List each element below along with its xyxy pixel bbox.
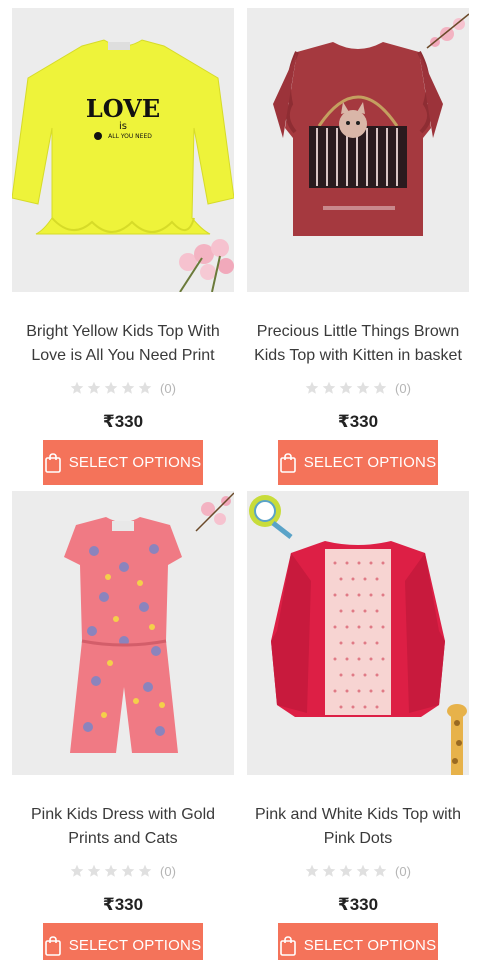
select-options-button[interactable]: SELECT OPTIONS	[43, 923, 203, 960]
select-options-label: SELECT OPTIONS	[303, 454, 437, 471]
product-price: ₹330	[102, 412, 144, 431]
star-icon	[70, 381, 84, 395]
product-rating: (0)	[12, 861, 234, 881]
select-options-label: SELECT OPTIONS	[68, 937, 202, 954]
product-card: Pink and White Kids Top with Pink Dots (…	[247, 491, 469, 960]
print-text-line: ALL YOU NEED	[108, 133, 152, 140]
star-icon	[356, 864, 370, 878]
star-icon	[70, 864, 84, 878]
product-price: ₹330	[102, 895, 144, 914]
star-icon	[87, 381, 101, 395]
star-icon	[305, 381, 319, 395]
product-card: Pink Kids Dress with Gold Prints and Cat…	[12, 491, 234, 960]
star-icon	[87, 864, 101, 878]
rating-count: (0)	[160, 380, 176, 396]
product-card: LOVE is ALL YOU NEED Bright Yellow Kids …	[12, 8, 234, 485]
select-options-label: SELECT OPTIONS	[303, 937, 437, 954]
star-icon	[104, 381, 118, 395]
star-icon	[138, 864, 152, 878]
product-rating: (0)	[247, 378, 469, 398]
product-image[interactable]: LOVE is ALL YOU NEED	[12, 8, 234, 292]
product-grid: LOVE is ALL YOU NEED Bright Yellow Kids …	[0, 0, 480, 960]
product-image[interactable]	[247, 491, 469, 775]
product-title[interactable]: Bright Yellow Kids Top With Love is All …	[12, 318, 234, 370]
rating-count: (0)	[160, 863, 176, 879]
shopping-bag-icon	[279, 935, 296, 956]
select-options-label: SELECT OPTIONS	[68, 454, 202, 471]
product-price: ₹330	[337, 895, 379, 914]
shopping-bag-icon	[44, 935, 61, 956]
product-price: ₹330	[337, 412, 379, 431]
product-image[interactable]	[12, 491, 234, 775]
star-icon	[322, 381, 336, 395]
print-text-is: is	[119, 121, 127, 132]
shopping-bag-icon	[279, 452, 296, 473]
star-icon	[339, 864, 353, 878]
product-title[interactable]: Pink Kids Dress with Gold Prints and Cat…	[12, 801, 234, 853]
star-icon	[121, 864, 135, 878]
star-icon	[305, 864, 319, 878]
star-icon	[104, 864, 118, 878]
product-title[interactable]: Precious Little Things Brown Kids Top wi…	[247, 318, 469, 370]
product-rating: (0)	[12, 378, 234, 398]
product-image[interactable]	[247, 8, 469, 292]
product-card: Precious Little Things Brown Kids Top wi…	[247, 8, 469, 485]
rating-count: (0)	[395, 380, 411, 396]
shopping-bag-icon	[44, 452, 61, 473]
star-icon	[138, 381, 152, 395]
star-icon	[373, 864, 387, 878]
select-options-button[interactable]: SELECT OPTIONS	[278, 440, 438, 485]
product-rating: (0)	[247, 861, 469, 881]
star-icon	[339, 381, 353, 395]
select-options-button[interactable]: SELECT OPTIONS	[278, 923, 438, 960]
star-icon	[121, 381, 135, 395]
select-options-button[interactable]: SELECT OPTIONS	[43, 440, 203, 485]
star-icon	[322, 864, 336, 878]
star-icon	[356, 381, 370, 395]
rating-count: (0)	[395, 863, 411, 879]
product-title[interactable]: Pink and White Kids Top with Pink Dots	[247, 801, 469, 853]
star-icon	[373, 381, 387, 395]
print-text-love: LOVE	[86, 94, 160, 123]
